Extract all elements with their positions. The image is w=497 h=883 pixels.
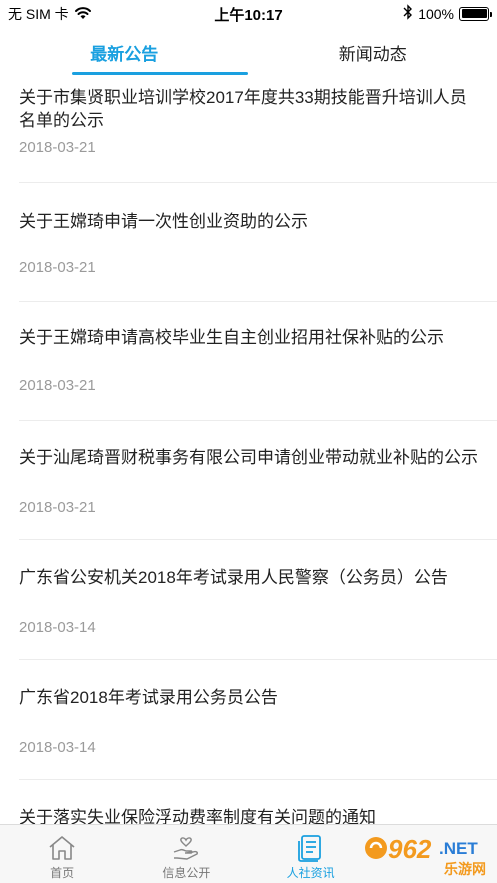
notice-date: 2018-03-21 <box>19 377 96 394</box>
document-icon <box>296 833 326 863</box>
bluetooth-icon <box>403 4 413 23</box>
notice-date: 2018-03-21 <box>19 259 96 276</box>
tab-latest-notices[interactable]: 最新公告 <box>0 26 249 78</box>
svg-text:乐游网: 乐游网 <box>444 861 486 878</box>
list-item[interactable]: 广东省公安机关2018年考试录用人民警察（公务员）公告 2018-03-14 <box>0 540 497 660</box>
list-item[interactable]: 关于王嫦琦申请一次性创业资助的公示 2018-03-21 <box>0 183 497 302</box>
svg-text:.NET: .NET <box>439 839 478 858</box>
nav-hr-news[interactable]: 人社资讯 <box>249 825 373 883</box>
tab-label: 新闻动态 <box>338 44 407 64</box>
notice-title: 关于落实失业保险浮动费率制度有关问题的通知 <box>19 808 376 824</box>
tab-bar: 最新公告 新闻动态 <box>0 26 497 78</box>
nav-label: 首页 <box>50 866 75 880</box>
active-tab-indicator <box>72 72 248 75</box>
nav-home[interactable]: 首页 <box>0 825 124 883</box>
notice-title: 关于汕尾琦晋财税事务有限公司申请创业带动就业补贴的公示 <box>19 448 478 467</box>
list-item[interactable]: 关于汕尾琦晋财税事务有限公司申请创业带动就业补贴的公示 2018-03-21 <box>0 421 497 540</box>
notice-title: 广东省2018年考试录用公务员公告 <box>19 688 278 707</box>
notice-date: 2018-03-14 <box>19 739 96 756</box>
battery-percent: 100% <box>418 5 454 22</box>
notice-title: 广东省公安机关2018年考试录用人民警察（公务员）公告 <box>19 568 448 587</box>
status-bar: 无 SIM 卡 上午10:17 100% <box>0 0 497 26</box>
list-item[interactable]: 关于市集贤职业培训学校2017年度共33期技能晋升培训人员名单的公示 2018-… <box>0 78 497 183</box>
tab-news[interactable]: 新闻动态 <box>249 26 497 78</box>
nav-info-disclosure[interactable]: 信息公开 <box>124 825 248 883</box>
notice-date: 2018-03-21 <box>19 139 96 156</box>
battery-icon <box>459 6 492 21</box>
notice-date: 2018-03-14 <box>19 619 96 636</box>
notice-title: 关于王嫦琦申请高校毕业生自主创业招用社保补贴的公示 <box>19 328 444 347</box>
list-item[interactable]: 关于王嫦琦申请高校毕业生自主创业招用社保补贴的公示 2018-03-21 <box>0 302 497 421</box>
tab-label: 最新公告 <box>90 44 159 64</box>
notice-date: 2018-03-21 <box>19 499 96 516</box>
nav-label: 人社资讯 <box>286 866 335 880</box>
notice-list[interactable]: 关于市集贤职业培训学校2017年度共33期技能晋升培训人员名单的公示 2018-… <box>0 78 497 824</box>
notice-title: 关于市集贤职业培训学校2017年度共33期技能晋升培训人员名单的公示 <box>19 88 467 130</box>
svg-text:962: 962 <box>388 834 432 864</box>
home-icon <box>47 833 77 863</box>
list-item[interactable]: 关于落实失业保险浮动费率制度有关问题的通知 <box>0 780 497 824</box>
nav-label: 信息公开 <box>162 866 211 880</box>
notice-title: 关于王嫦琦申请一次性创业资助的公示 <box>19 212 308 231</box>
hand-heart-icon <box>171 833 201 863</box>
list-item[interactable]: 广东省2018年考试录用公务员公告 2018-03-14 <box>0 660 497 780</box>
watermark-logo: 962 .NET 乐游网 <box>362 830 492 880</box>
